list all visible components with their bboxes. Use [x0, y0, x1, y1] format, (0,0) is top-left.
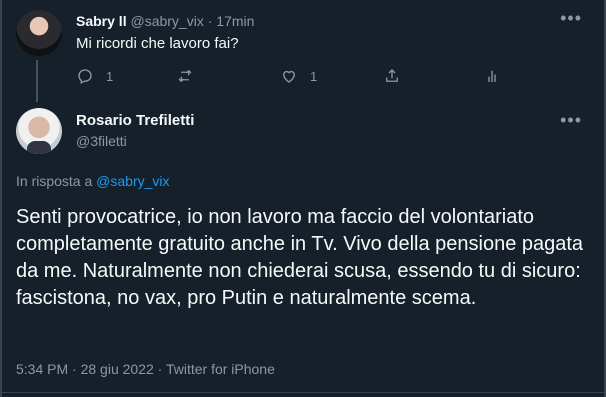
- reply-tweet-text: Mi ricordi che lavoro fai?: [76, 35, 239, 52]
- in-reply-handle-link[interactable]: @sabry_vix: [96, 173, 169, 189]
- share-icon: [386, 69, 398, 82]
- more-horizontal-icon[interactable]: •••: [560, 111, 582, 129]
- retweet-icon: [178, 69, 192, 83]
- thread-line: [36, 60, 38, 102]
- more-horizontal-icon[interactable]: •••: [560, 9, 582, 27]
- reply-author-handle[interactable]: @sabry_vix: [130, 13, 203, 29]
- reply-actions-bar: 1 1: [76, 64, 496, 88]
- analytics-button[interactable]: [483, 64, 501, 88]
- reply-author-name[interactable]: Sabry ll: [76, 13, 127, 29]
- in-reply-prefix: In risposta a: [16, 173, 93, 189]
- analytics-icon: [488, 70, 496, 82]
- reply-tweet-header: Sabry ll @sabry_vix · 17min: [76, 12, 254, 30]
- reply-count: 1: [106, 68, 114, 84]
- retweet-button[interactable]: [176, 64, 194, 88]
- reply-time-separator: ·: [207, 13, 213, 29]
- like-count: 1: [310, 68, 318, 84]
- main-tweet-text: Senti provocatrice, io non lavoro ma fac…: [16, 206, 584, 309]
- avatar-rosario[interactable]: [16, 108, 62, 154]
- bottom-divider: [0, 392, 606, 393]
- share-button[interactable]: [383, 64, 401, 88]
- reply-button[interactable]: 1: [76, 64, 113, 88]
- main-author-name[interactable]: Rosario Trefiletti: [76, 111, 194, 130]
- in-reply-to: In risposta a @sabry_vix: [16, 172, 170, 190]
- reply-time[interactable]: 17min: [216, 13, 254, 29]
- avatar-sabry[interactable]: [16, 10, 62, 56]
- main-author-handle[interactable]: @3filetti: [76, 132, 127, 150]
- heart-icon: [283, 70, 295, 83]
- tweet-meta[interactable]: 5:34 PM · 28 giu 2022 · Twitter for iPho…: [16, 360, 275, 378]
- reply-icon: [78, 69, 92, 84]
- left-border: [0, 0, 2, 397]
- like-button[interactable]: 1: [280, 64, 317, 88]
